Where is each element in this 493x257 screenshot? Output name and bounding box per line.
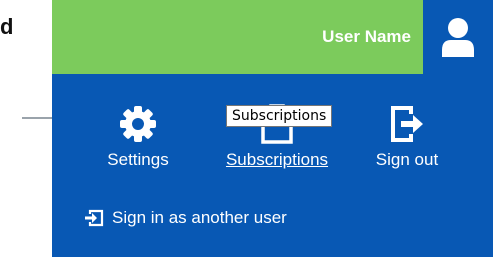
user-name-label[interactable]: User Name — [322, 27, 411, 47]
settings-menu-item[interactable]: Settings — [98, 104, 178, 170]
tooltip: Subscriptions — [226, 105, 333, 127]
sign-in-icon — [85, 209, 104, 227]
settings-label: Settings — [107, 150, 169, 169]
subscriptions-label: Subscriptions — [225, 150, 329, 169]
user-menu-button[interactable] — [423, 0, 493, 74]
sign-in-as-another-user-link[interactable]: Sign in as another user — [84, 208, 287, 228]
sign-out-label: Sign out — [375, 150, 439, 169]
sign-out-icon — [391, 106, 423, 142]
gear-icon — [120, 106, 156, 142]
header-bar: User Name — [52, 0, 493, 74]
background-text-fragment: d — [0, 14, 14, 39]
user-icon — [442, 18, 474, 57]
sign-in-as-another-user-label: Sign in as another user — [112, 208, 287, 227]
sign-out-menu-item[interactable]: Sign out — [367, 104, 447, 170]
user-dropdown-menu: Settings Subscriptions Sign out Sign in … — [52, 74, 493, 257]
